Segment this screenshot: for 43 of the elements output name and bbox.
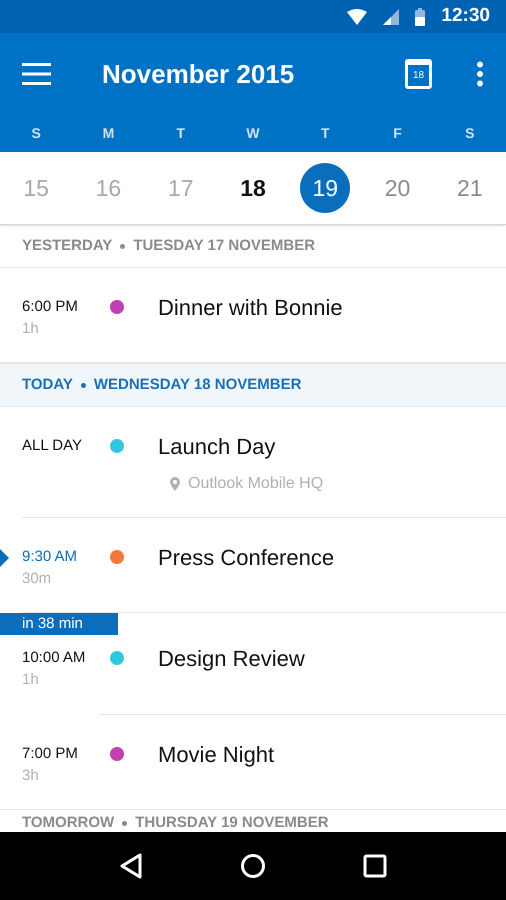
date-cell[interactable]: 20 (372, 163, 423, 213)
status-time: 12:30 (441, 4, 490, 28)
event-time: 7:00 PM (22, 744, 79, 764)
calendar-icon[interactable]: 18 (405, 59, 432, 89)
event-time: ALL DAY (22, 436, 84, 456)
event-duration: 3h (22, 766, 40, 786)
wifi-icon (347, 8, 368, 24)
location-pin-icon (170, 477, 180, 491)
weekday-label: S (465, 124, 475, 143)
section-header: TOMORROW THURSDAY 19 NOVEMBER (21, 812, 330, 832)
event-duration: 30m (22, 569, 52, 589)
home-icon[interactable] (240, 853, 266, 879)
battery-icon (415, 8, 426, 26)
event-title[interactable]: Design Review (158, 647, 305, 671)
event-title[interactable]: Movie Night (158, 743, 274, 767)
event-time: 10:00 AM (22, 648, 86, 668)
date-cell[interactable]: 19 (300, 163, 350, 213)
overview-icon[interactable] (363, 854, 388, 878)
event-title[interactable]: Launch Day (158, 435, 324, 459)
section-header: YESTERDAY TUESDAY 17 NOVEMBER (0, 225, 506, 268)
weekday-label: T (176, 124, 185, 143)
event-time: 9:30 AM (22, 547, 78, 567)
event-duration: 1h (22, 319, 40, 339)
date-cell[interactable]: 21 (444, 163, 495, 213)
weekday-label: S (31, 124, 41, 143)
weekday-label: F (393, 124, 402, 143)
calendar-icon-day: 18 (412, 70, 424, 80)
countdown-badge: in 38 min (0, 613, 118, 635)
date-cell[interactable]: 18 (228, 163, 278, 213)
event-title[interactable]: Press Conference (158, 546, 334, 570)
back-icon[interactable] (118, 853, 143, 879)
signal-icon (383, 8, 400, 24)
event-duration: 1h (22, 670, 40, 690)
weekday-label: T (321, 124, 330, 143)
more-icon[interactable] (476, 61, 484, 87)
event-title[interactable]: Dinner with Bonnie (158, 296, 343, 320)
weekday-label: M (102, 124, 114, 143)
menu-icon[interactable] (22, 63, 51, 85)
month-title: November 2015 (102, 58, 294, 90)
event-location: Outlook Mobile HQ (188, 474, 324, 494)
section-header: TODAY WEDNESDAY 18 NOVEMBER (0, 363, 506, 407)
weekday-label: W (246, 124, 260, 143)
event-time: 6:00 PM (22, 297, 79, 317)
